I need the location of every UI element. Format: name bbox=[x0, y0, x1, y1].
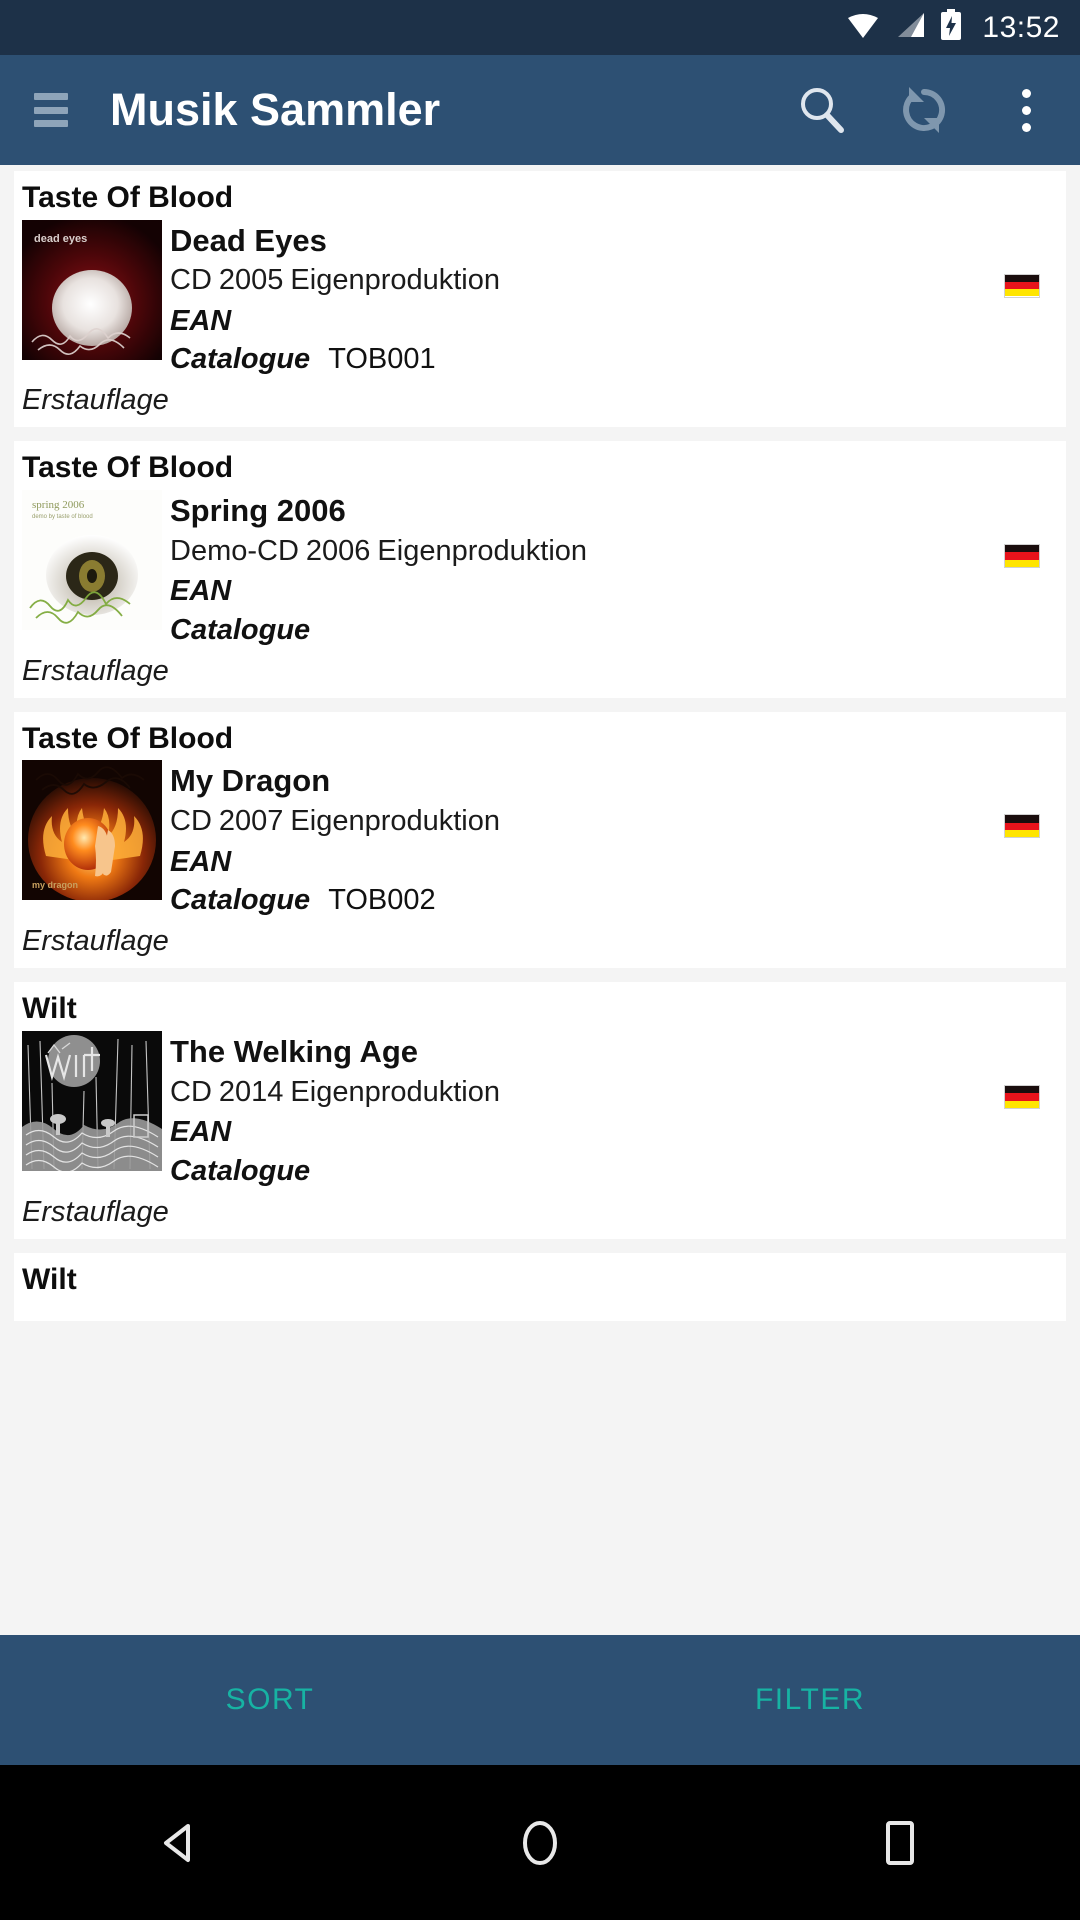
release-edition: Erstauflage bbox=[22, 384, 169, 417]
ean-label: EAN bbox=[170, 575, 232, 608]
release-format-line: CD 2007 Eigenproduktion bbox=[170, 803, 1066, 841]
catalogue-value: TOB002 bbox=[328, 884, 436, 917]
list-item[interactable]: Taste Of Blood dead eyes Dead Eyes CD 20… bbox=[14, 171, 1066, 428]
status-bar-icons bbox=[846, 9, 962, 46]
release-ean-row: EAN bbox=[170, 302, 1066, 340]
release-label: Eigenproduktion bbox=[290, 805, 501, 838]
status-bar-clock: 13:52 bbox=[982, 10, 1060, 44]
release-edition: Erstauflage bbox=[22, 654, 169, 687]
app-bar-actions bbox=[794, 82, 1054, 138]
ean-label: EAN bbox=[170, 304, 232, 337]
germany-flag-icon bbox=[1004, 543, 1040, 568]
album-cover-image: spring 2006 demo by taste of blood bbox=[22, 489, 162, 630]
overflow-menu-icon[interactable] bbox=[998, 82, 1054, 138]
sort-button[interactable]: SORT bbox=[0, 1683, 540, 1717]
release-title: My Dragon bbox=[170, 763, 331, 799]
release-artist: Wilt bbox=[22, 992, 77, 1026]
release-edition: Erstauflage bbox=[22, 925, 169, 958]
release-catalogue-row: Catalogue TOB002 bbox=[170, 881, 1066, 919]
list-item[interactable]: Taste Of Blood my dragon My Dragon CD 20… bbox=[14, 711, 1066, 969]
release-artist: Taste Of Blood bbox=[22, 721, 234, 755]
album-cover-image: dead eyes bbox=[22, 219, 162, 360]
release-format: Demo-CD bbox=[170, 534, 299, 567]
release-format-line: CD 2014 Eigenproduktion bbox=[170, 1074, 1066, 1112]
release-body: The Welking Age CD 2014 Eigenproduktion EA… bbox=[14, 1030, 1066, 1190]
germany-flag-icon bbox=[1004, 1084, 1040, 1109]
release-ean-row: EAN bbox=[170, 1113, 1066, 1151]
release-artist: Taste Of Blood bbox=[22, 181, 234, 214]
release-label: Eigenproduktion bbox=[290, 1075, 501, 1108]
svg-text:my dragon: my dragon bbox=[32, 880, 78, 890]
list-item[interactable]: Taste Of Blood spring 2006 demo by taste bbox=[14, 441, 1066, 698]
ean-label: EAN bbox=[170, 845, 232, 878]
page-title: Musik Sammler bbox=[110, 84, 441, 135]
release-artist: Wilt bbox=[22, 1262, 77, 1296]
germany-flag-icon bbox=[1004, 814, 1040, 839]
filter-button[interactable]: FILTER bbox=[540, 1683, 1080, 1717]
catalogue-label: Catalogue bbox=[170, 613, 311, 646]
status-bar: 13:52 bbox=[0, 0, 1080, 55]
release-title: The Welking Age bbox=[170, 1033, 419, 1069]
release-catalogue-row: Catalogue bbox=[170, 1152, 1066, 1190]
release-edition: Erstauflage bbox=[22, 1195, 169, 1228]
svg-text:spring 2006: spring 2006 bbox=[32, 499, 85, 511]
album-cover-image bbox=[22, 1030, 162, 1171]
release-format: CD bbox=[170, 1075, 212, 1108]
release-body: dead eyes Dead Eyes CD 2005 Eigenproduktio… bbox=[14, 219, 1066, 379]
list-item[interactable]: Wilt bbox=[14, 982, 1066, 1239]
release-title: Spring 2006 bbox=[170, 492, 346, 528]
svg-text:dead eyes: dead eyes bbox=[34, 233, 87, 245]
signal-icon bbox=[894, 11, 926, 44]
release-year: 2014 bbox=[218, 1075, 284, 1108]
search-icon[interactable] bbox=[794, 82, 850, 138]
release-body: spring 2006 demo by taste of blood Sprin… bbox=[14, 489, 1066, 649]
release-title: Dead Eyes bbox=[170, 222, 327, 258]
release-meta: Spring 2006 Demo-CD 2006 Eigenproduktion E… bbox=[170, 490, 1066, 649]
hamburger-menu-icon[interactable] bbox=[34, 93, 68, 127]
refresh-icon[interactable] bbox=[896, 82, 952, 138]
battery-charging-icon bbox=[940, 9, 962, 46]
release-format-line: Demo-CD 2006 Eigenproduktion bbox=[170, 533, 1066, 571]
release-catalogue-row: Catalogue TOB001 bbox=[170, 340, 1066, 378]
catalogue-label: Catalogue bbox=[170, 343, 311, 376]
back-triangle-icon[interactable] bbox=[110, 1793, 250, 1893]
app-bar: Musik Sammler bbox=[0, 55, 1080, 165]
release-format: CD bbox=[170, 805, 212, 838]
release-ean-row: EAN bbox=[170, 843, 1066, 881]
svg-text:demo by taste of blood: demo by taste of blood bbox=[32, 514, 93, 520]
release-meta: The Welking Age CD 2014 Eigenproduktion EA… bbox=[170, 1031, 1066, 1190]
catalogue-label: Catalogue bbox=[170, 884, 311, 917]
release-body: my dragon My Dragon CD 2007 Eigenproduktio… bbox=[14, 760, 1066, 919]
album-cover-image: my dragon bbox=[22, 760, 162, 901]
release-ean-row: EAN bbox=[170, 572, 1066, 610]
recents-square-icon[interactable] bbox=[830, 1793, 970, 1893]
release-label: Eigenproduktion bbox=[290, 264, 501, 297]
germany-flag-icon bbox=[1004, 273, 1040, 298]
android-navigation-bar bbox=[0, 1765, 1080, 1920]
release-year: 2007 bbox=[218, 805, 284, 838]
release-meta: My Dragon CD 2007 Eigenproduktion EAN Cata… bbox=[170, 760, 1066, 919]
catalogue-label: Catalogue bbox=[170, 1154, 311, 1187]
bottom-action-bar: SORT FILTER bbox=[0, 1635, 1080, 1765]
ean-label: EAN bbox=[170, 1116, 232, 1149]
release-format: CD bbox=[170, 264, 212, 297]
wifi-icon bbox=[846, 11, 880, 44]
release-label: Eigenproduktion bbox=[377, 534, 588, 567]
list-item[interactable]: Wilt bbox=[14, 1252, 1066, 1322]
release-meta: Dead Eyes CD 2005 Eigenproduktion EAN Cata… bbox=[170, 220, 1066, 379]
release-year: 2005 bbox=[218, 264, 284, 297]
release-format-line: CD 2005 Eigenproduktion bbox=[170, 262, 1066, 300]
release-catalogue-row: Catalogue bbox=[170, 611, 1066, 649]
release-artist: Taste Of Blood bbox=[22, 451, 234, 485]
catalogue-value: TOB001 bbox=[328, 343, 436, 376]
home-circle-icon[interactable] bbox=[470, 1793, 610, 1893]
release-year: 2006 bbox=[305, 534, 371, 567]
